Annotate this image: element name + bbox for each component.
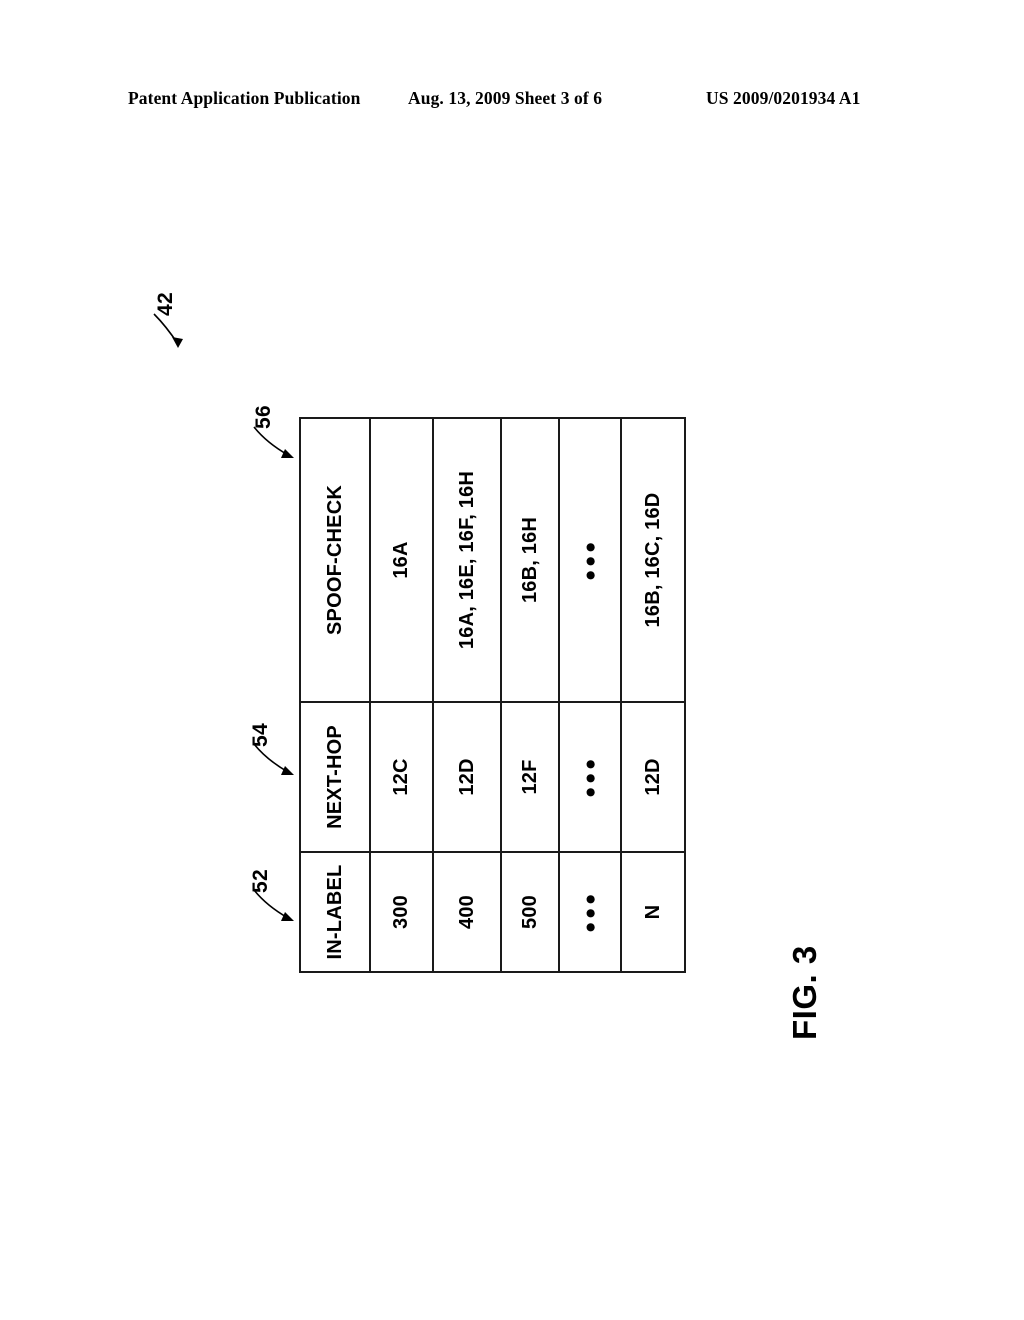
column-header-next-hop: NEXT-HOP bbox=[300, 702, 370, 852]
cell-in-label: 500 bbox=[501, 852, 559, 972]
document-number: US 2009/0201934 A1 bbox=[706, 88, 861, 108]
routing-table: IN-LABEL NEXT-HOP SPOOF-CHECK 300 12C 16… bbox=[299, 417, 686, 973]
cell-spoof-check: 16B, 16C, 16D bbox=[621, 418, 685, 702]
leader-line-42 bbox=[153, 313, 183, 348]
cell-next-hop: 12D bbox=[433, 702, 501, 852]
table-row-ellipsis: ●●● ●●● ●●● bbox=[559, 418, 621, 972]
table-header-row: IN-LABEL NEXT-HOP SPOOF-CHECK bbox=[300, 418, 370, 972]
table-row: 300 12C 16A bbox=[370, 418, 433, 972]
cell-next-hop: 12C bbox=[370, 702, 433, 852]
date-sheet-label: Aug. 13, 2009 Sheet 3 of 6 bbox=[408, 88, 603, 108]
ellipsis-icon: ●●● bbox=[579, 891, 601, 933]
cell-spoof-check: 16A bbox=[370, 418, 433, 702]
ellipsis-icon: ●●● bbox=[579, 539, 601, 581]
cell-spoof-check: 16A, 16E, 16F, 16H bbox=[433, 418, 501, 702]
cell-in-label: 300 bbox=[370, 852, 433, 972]
table-row: N 12D 16B, 16C, 16D bbox=[621, 418, 685, 972]
page-header: Patent Application Publication Aug. 13, … bbox=[0, 88, 1024, 118]
table-row: 400 12D 16A, 16E, 16F, 16H bbox=[433, 418, 501, 972]
column-header-spoof-check: SPOOF-CHECK bbox=[300, 418, 370, 702]
table-row: 500 12F 16B, 16H bbox=[501, 418, 559, 972]
routing-table-container: IN-LABEL NEXT-HOP SPOOF-CHECK 300 12C 16… bbox=[299, 418, 685, 973]
figure-caption: FIG. 3 bbox=[786, 945, 823, 1040]
cell-spoof-check-ellipsis: ●●● bbox=[559, 418, 621, 702]
cell-in-label: 400 bbox=[433, 852, 501, 972]
cell-spoof-check: 16B, 16H bbox=[501, 418, 559, 702]
cell-in-label: N bbox=[621, 852, 685, 972]
publication-label: Patent Application Publication bbox=[128, 88, 361, 108]
cell-in-label-ellipsis: ●●● bbox=[559, 852, 621, 972]
cell-next-hop-ellipsis: ●●● bbox=[559, 702, 621, 852]
cell-next-hop: 12F bbox=[501, 702, 559, 852]
cell-next-hop: 12D bbox=[621, 702, 685, 852]
column-header-in-label: IN-LABEL bbox=[300, 852, 370, 972]
ellipsis-icon: ●●● bbox=[579, 756, 601, 798]
